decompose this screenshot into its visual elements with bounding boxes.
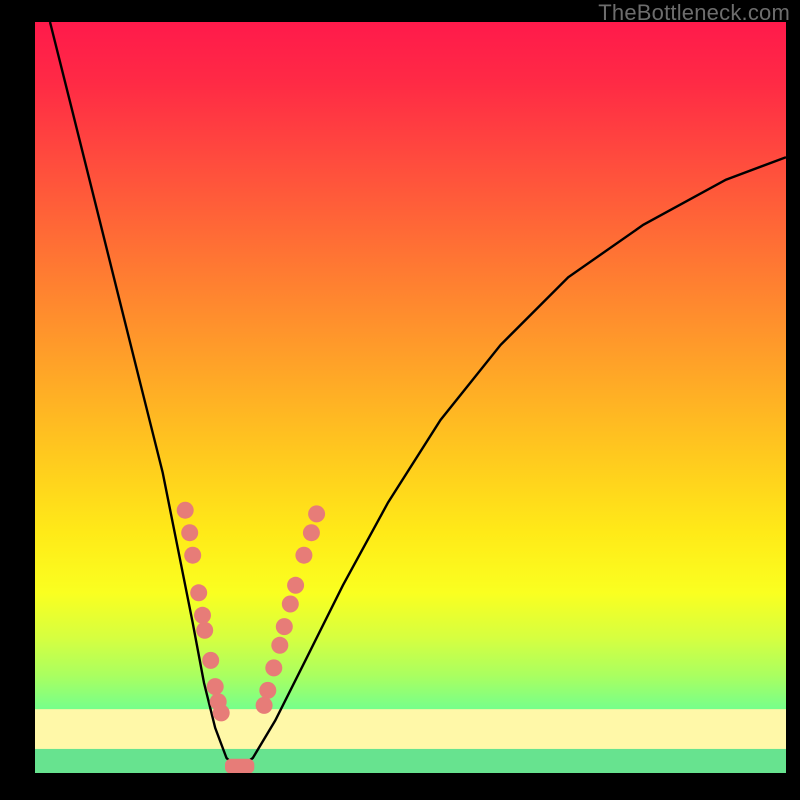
curve-marker	[271, 637, 288, 654]
chart-frame: TheBottleneck.com	[0, 0, 800, 800]
curve-marker	[295, 547, 312, 564]
bottom-coral-bar	[225, 759, 254, 773]
curve-marker	[303, 524, 320, 541]
curve-marker	[202, 652, 219, 669]
pale-band	[35, 709, 786, 749]
plot-area	[35, 22, 786, 773]
chart-svg	[35, 22, 786, 773]
curve-marker	[213, 704, 230, 721]
curve-marker	[190, 584, 207, 601]
curve-marker	[308, 505, 325, 522]
curve-marker	[276, 618, 293, 635]
curve-marker	[181, 524, 198, 541]
bottleneck-curve	[50, 22, 786, 769]
curve-marker	[287, 577, 304, 594]
curve-markers	[177, 502, 325, 722]
curve-marker	[194, 607, 211, 624]
green-band	[35, 749, 786, 773]
curve-marker	[177, 502, 194, 519]
curve-marker	[265, 659, 282, 676]
curve-marker	[184, 547, 201, 564]
bands	[35, 709, 786, 773]
curve-marker	[282, 596, 299, 613]
curve-marker	[196, 622, 213, 639]
curve-marker	[256, 697, 273, 714]
curve-marker	[207, 678, 224, 695]
curve-marker	[259, 682, 276, 699]
